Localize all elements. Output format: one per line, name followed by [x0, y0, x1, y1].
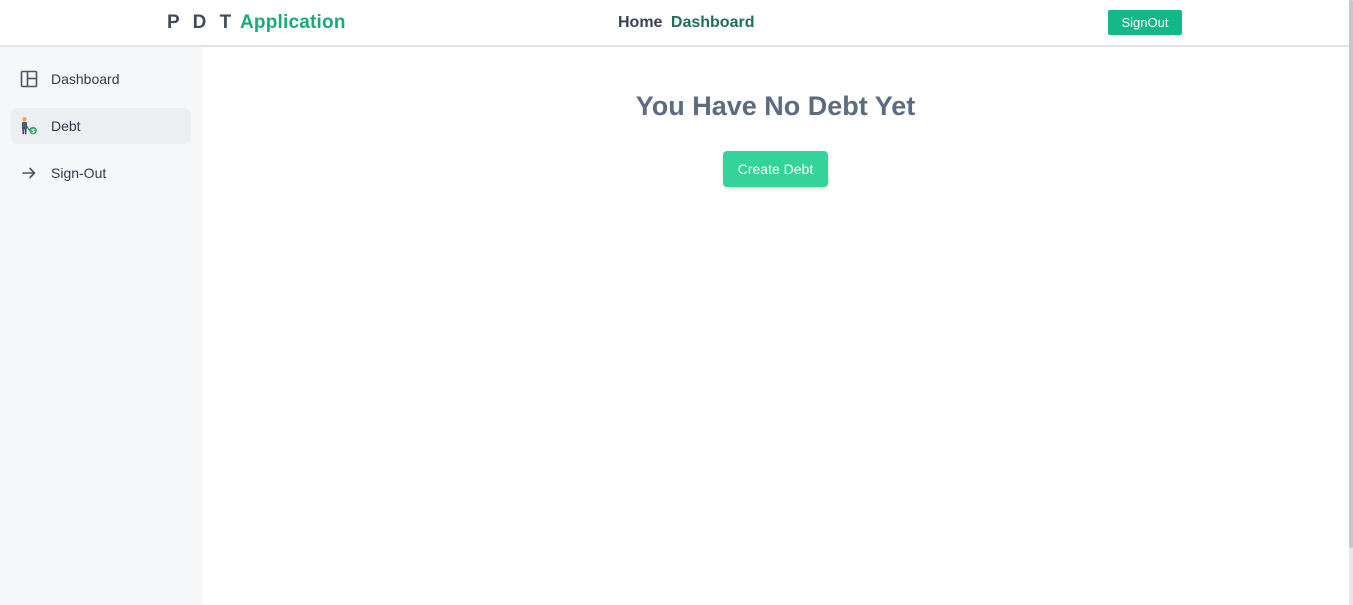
sidebar-item-label: Sign-Out [51, 165, 107, 181]
sidebar-item-debt[interactable]: $ Debt [11, 108, 191, 144]
top-navbar: P D T Application Home Dashboard SignOut [0, 0, 1349, 47]
scrollbar-thumb[interactable] [1349, 0, 1353, 548]
main-content: You Have No Debt Yet Create Debt [202, 47, 1349, 605]
brand-suffix: Application [240, 12, 346, 33]
svg-text:$: $ [31, 129, 35, 135]
page-scrollbar[interactable] [1349, 0, 1353, 605]
empty-state-heading: You Have No Debt Yet [635, 91, 916, 121]
signout-button[interactable]: SignOut [1108, 10, 1182, 35]
arrow-right-icon [19, 163, 39, 183]
nav-link-home[interactable]: Home [618, 14, 662, 31]
brand-logo[interactable]: P D T Application [167, 12, 346, 34]
layout-icon [19, 69, 39, 89]
sidebar-item-sign-out[interactable]: Sign-Out [11, 155, 191, 191]
sidebar-item-label: Debt [51, 118, 81, 134]
sidebar: Dashboard $ Debt Sign-Out [0, 47, 202, 605]
app-root: P D T Application Home Dashboard SignOut… [0, 0, 1353, 605]
sidebar-item-label: Dashboard [51, 71, 120, 87]
sidebar-item-dashboard[interactable]: Dashboard [11, 61, 191, 97]
top-nav-links: Home Dashboard [618, 14, 754, 32]
debt-person-icon: $ [19, 116, 39, 136]
brand-prefix: P D T [167, 12, 236, 33]
create-debt-button[interactable]: Create Debt [723, 151, 828, 187]
nav-link-dashboard[interactable]: Dashboard [671, 14, 755, 31]
